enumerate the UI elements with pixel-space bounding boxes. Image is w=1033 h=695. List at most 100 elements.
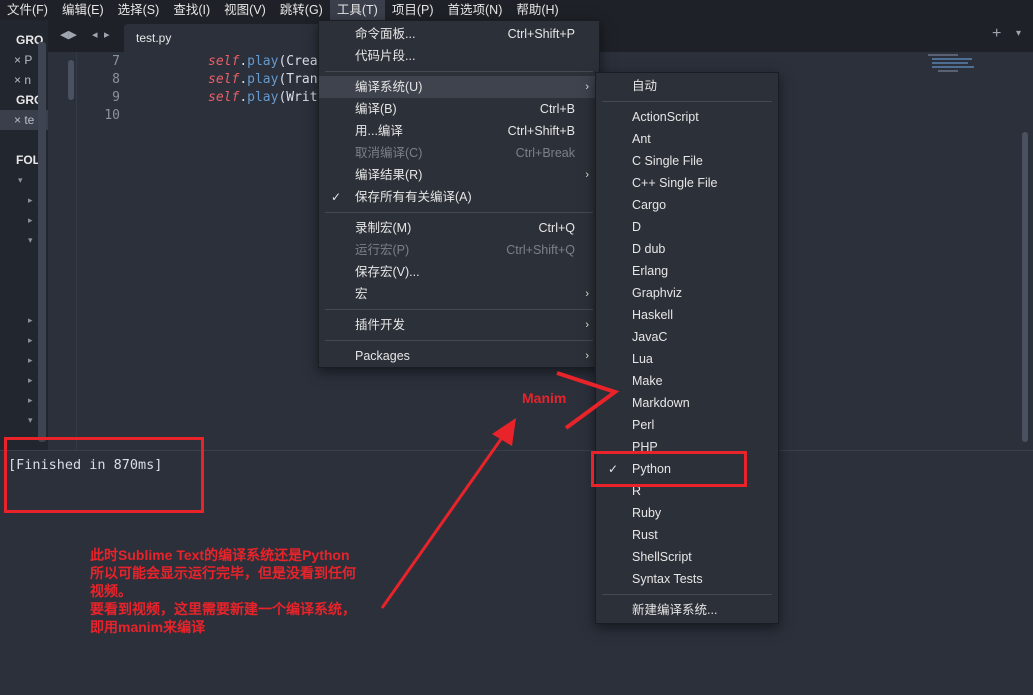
menu-item-label: Haskell [632, 308, 673, 322]
code-token-self: self [208, 54, 240, 69]
code-line[interactable]: self.play(Crea [208, 54, 318, 69]
code-token-rest: (Tran [278, 72, 318, 87]
code-line[interactable]: self.play(Writ [208, 90, 318, 105]
line-gutter: 7 8 9 10 [48, 52, 128, 450]
menu-item[interactable]: Perl [596, 414, 778, 436]
chevron-down-icon[interactable]: ▾ [18, 175, 23, 186]
menu-9[interactable]: 帮助(H) [509, 0, 565, 20]
menu-item[interactable]: Lua [596, 348, 778, 370]
tab-next-icon[interactable]: ▸ [104, 28, 110, 41]
chevron-right-icon[interactable]: ▸ [28, 215, 33, 226]
code-token-rest: (Crea [278, 54, 318, 69]
menu-item[interactable]: Syntax Tests [596, 568, 778, 590]
menu-item[interactable]: 命令面板... Ctrl+Shift+P [319, 23, 599, 45]
menu-item[interactable]: Erlang [596, 260, 778, 282]
menu-item-label: Ruby [632, 506, 662, 520]
menu-5[interactable]: 跳转(G) [273, 0, 330, 20]
menu-item-label: 插件开发 [355, 318, 406, 332]
chevron-right-icon: › [585, 169, 589, 181]
menu-item[interactable]: JavaC [596, 326, 778, 348]
menu-item[interactable]: Ruby [596, 502, 778, 524]
menu-item[interactable]: 编译(B) Ctrl+B [319, 98, 599, 120]
menu-item-label: 运行宏(P) [355, 243, 410, 257]
menu-item[interactable]: ShellScript [596, 546, 778, 568]
menu-item-label: Markdown [632, 396, 690, 410]
menu-item[interactable]: Make [596, 370, 778, 392]
chevron-right-icon: › [585, 350, 589, 362]
chevron-down-icon[interactable]: ▾ [28, 415, 33, 426]
editor-scrollbar[interactable] [1022, 132, 1028, 442]
menu-item[interactable]: 录制宏(M) Ctrl+Q [319, 217, 599, 239]
menu-item[interactable]: 编译系统(U) › [319, 76, 599, 98]
menu-item-label: Lua [632, 352, 653, 366]
new-tab-icon[interactable]: + [992, 25, 1001, 43]
menu-item-shortcut: Ctrl+Shift+B [507, 124, 575, 138]
menu-item: 运行宏(P) Ctrl+Shift+Q [319, 239, 599, 261]
tab-list-icon[interactable]: ◀▶ [60, 28, 77, 41]
menu-item-shortcut: Ctrl+Shift+P [507, 27, 575, 41]
menu-item-label: Packages [355, 349, 410, 363]
menu-separator [602, 101, 772, 102]
menu-item[interactable]: 新建编译系统... [596, 599, 778, 621]
menu-item[interactable]: 代码片段... [319, 45, 599, 67]
menu-item[interactable]: 自动 [596, 75, 778, 97]
menu-item[interactable]: 用...编译 Ctrl+Shift+B [319, 120, 599, 142]
menu-0[interactable]: 文件(F) [0, 0, 55, 20]
chevron-down-icon[interactable]: ▾ [28, 235, 33, 246]
menu-item[interactable]: Markdown [596, 392, 778, 414]
menu-2[interactable]: 选择(S) [111, 0, 167, 20]
menu-item[interactable]: D [596, 216, 778, 238]
menu-item[interactable]: Packages › [319, 345, 599, 367]
menu-item[interactable]: C Single File [596, 150, 778, 172]
menu-item-label: 录制宏(M) [355, 221, 412, 235]
menu-6[interactable]: 工具(T) [329, 0, 385, 20]
menu-8[interactable]: 首选项(N) [441, 0, 510, 20]
menu-item[interactable]: ActionScript [596, 106, 778, 128]
code-line[interactable]: self.play(Tran [208, 72, 318, 87]
menu-1[interactable]: 编辑(E) [55, 0, 111, 20]
chevron-right-icon[interactable]: ▸ [28, 195, 33, 206]
menu-item[interactable]: D dub [596, 238, 778, 260]
menu-item: 取消编译(C) Ctrl+Break [319, 142, 599, 164]
menu-item-shortcut: Ctrl+Break [515, 146, 575, 160]
menu-7[interactable]: 项目(P) [385, 0, 441, 20]
menu-item[interactable]: C++ Single File [596, 172, 778, 194]
minimap[interactable] [928, 54, 978, 74]
menu-item-label: Make [632, 374, 663, 388]
menu-item[interactable]: ✓ 保存所有有关编译(A) [319, 186, 599, 208]
annotation-note: 此时Sublime Text的编译系统还是Python 所以可能会显示运行完毕，… [90, 547, 356, 635]
menu-item[interactable]: 宏 › [319, 283, 599, 305]
chevron-right-icon[interactable]: ▸ [28, 335, 33, 346]
tab-prev-icon[interactable]: ◂ [92, 28, 98, 41]
menu-item-label: ActionScript [632, 110, 699, 124]
chevron-right-icon[interactable]: ▸ [28, 395, 33, 406]
code-token-rest: (Writ [278, 90, 318, 105]
code-token-dot: . [239, 90, 248, 105]
menu-item[interactable]: 编译结果(R) › [319, 164, 599, 186]
finished-highlight-box [4, 437, 204, 513]
sidebar-scrollbar[interactable] [38, 42, 46, 442]
menu-item[interactable]: 保存宏(V)... [319, 261, 599, 283]
chevron-right-icon[interactable]: ▸ [28, 375, 33, 386]
menu-4[interactable]: 视图(V) [217, 0, 273, 20]
menu-separator [325, 340, 593, 341]
menu-item-label: 编译(B) [355, 102, 397, 116]
menu-item[interactable]: Graphviz [596, 282, 778, 304]
menu-bar: 文件(F) 编辑(E) 选择(S) 查找(I) 视图(V) 跳转(G) 工具(T) 项目(P)… [0, 0, 1033, 20]
tab-test-py[interactable]: test.py × [124, 24, 342, 52]
code-token-self: self [208, 72, 240, 87]
chevron-right-icon[interactable]: ▸ [28, 355, 33, 366]
menu-item[interactable]: Ant [596, 128, 778, 150]
menu-item[interactable]: 插件开发 › [319, 314, 599, 336]
chevron-right-icon[interactable]: ▸ [28, 315, 33, 326]
chevron-right-icon: › [585, 288, 589, 300]
menu-item-label: ShellScript [632, 550, 692, 564]
code-token-fn: play [247, 72, 279, 87]
menu-item-shortcut: Ctrl+Q [538, 221, 575, 235]
menu-3[interactable]: 查找(I) [166, 0, 217, 20]
menu-item[interactable]: Rust [596, 524, 778, 546]
menu-item[interactable]: Haskell [596, 304, 778, 326]
menu-item-label: Erlang [632, 264, 669, 278]
menu-item[interactable]: Cargo [596, 194, 778, 216]
tab-dropdown-icon[interactable]: ▾ [1016, 28, 1021, 39]
